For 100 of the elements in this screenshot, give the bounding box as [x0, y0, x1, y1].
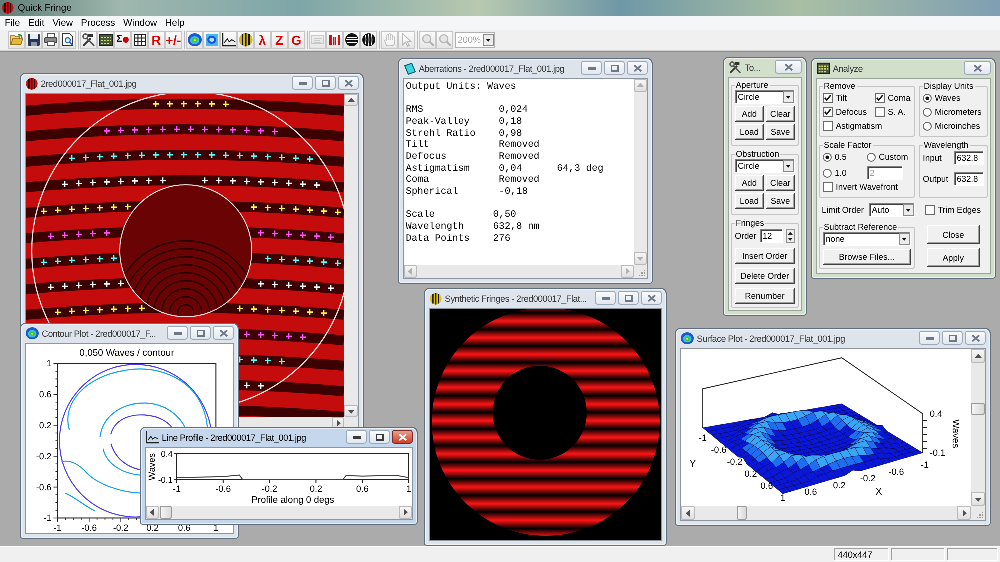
close-button[interactable]: [392, 430, 413, 444]
close-button[interactable]: [338, 76, 359, 90]
option-label[interactable]: 1.0: [835, 168, 847, 178]
menu-item[interactable]: Edit: [24, 18, 49, 28]
scroll-up-button[interactable]: [344, 94, 358, 106]
checkbox[interactable]: [875, 107, 885, 117]
text-field[interactable]: 632.8: [954, 151, 984, 165]
checkbox[interactable]: [875, 93, 885, 103]
push-button[interactable]: Apply: [927, 248, 980, 267]
toolbar-button[interactable]: [59, 31, 76, 49]
checkbox[interactable]: [823, 93, 833, 103]
vertical-scrollbar[interactable]: [971, 349, 985, 506]
radio-button[interactable]: [923, 122, 932, 130]
option-label[interactable]: Invert Wavefront: [836, 182, 898, 192]
toolbar-button[interactable]: Σ: [114, 31, 131, 49]
radio-button[interactable]: [923, 94, 932, 102]
push-button[interactable]: Clear: [766, 106, 795, 122]
toolbar-button[interactable]: [25, 31, 42, 49]
toolbar-button[interactable]: R: [148, 31, 165, 49]
group-title: Wavelength: [923, 140, 970, 150]
option-label[interactable]: Astigmatism: [836, 121, 882, 131]
number-field[interactable]: 12: [760, 229, 784, 243]
push-button[interactable]: Insert Order: [735, 248, 795, 264]
scrollbar-thumb[interactable]: [971, 403, 985, 415]
text-field[interactable]: 632.8: [954, 172, 984, 186]
menu-item[interactable]: File: [1, 18, 24, 28]
option-label[interactable]: Micrometers: [935, 107, 982, 117]
close-button[interactable]: [213, 326, 234, 340]
minimize-button[interactable]: [346, 430, 367, 444]
radio-button[interactable]: [923, 108, 932, 116]
toolbar-button[interactable]: G: [288, 31, 305, 49]
toolbar-button[interactable]: [220, 31, 237, 49]
window-title: Synthetic Fringes - 2red000017_Flat...: [445, 294, 588, 304]
horizontal-scrollbar[interactable]: [681, 506, 971, 520]
scroll-down-button[interactable]: [344, 405, 358, 417]
push-button[interactable]: Save: [766, 124, 795, 140]
toolbar-button[interactable]: +/-: [165, 31, 182, 49]
maximize-button[interactable]: [369, 430, 390, 444]
toolbar-button[interactable]: [237, 31, 254, 49]
option-label[interactable]: Coma: [888, 93, 911, 103]
option-label[interactable]: Custom: [879, 152, 908, 162]
close-button[interactable]: [775, 60, 802, 74]
scrollbar-thumb[interactable]: [160, 506, 172, 519]
push-button[interactable]: Load: [735, 124, 764, 140]
toolbar-button[interactable]: [186, 31, 203, 49]
scrollbar-thumb[interactable]: [737, 506, 747, 520]
toolbar-button[interactable]: [203, 31, 220, 49]
option-label[interactable]: Tilt: [836, 93, 848, 103]
option-label[interactable]: Waves: [935, 93, 961, 103]
option-label[interactable]: Trim Edges: [938, 205, 982, 215]
scroll-left-button[interactable]: [681, 506, 695, 520]
checkbox[interactable]: [823, 121, 833, 131]
vertical-scrollbar[interactable]: [344, 94, 358, 417]
toolbar-button[interactable]: [42, 31, 59, 49]
push-button[interactable]: Renumber: [735, 288, 795, 304]
radio-button[interactable]: [867, 152, 876, 162]
toolbar-button[interactable]: [97, 31, 114, 49]
push-button[interactable]: Clear: [766, 175, 795, 191]
scroll-up-button[interactable]: [971, 349, 985, 363]
scroll-left-button[interactable]: [146, 506, 159, 519]
close-button[interactable]: [965, 331, 986, 345]
toolbar-button[interactable]: [343, 31, 360, 49]
checkbox[interactable]: [823, 107, 833, 117]
close-button[interactable]: [964, 61, 991, 75]
toolbar-button[interactable]: [80, 31, 97, 49]
push-button[interactable]: Close: [927, 225, 980, 244]
checkbox[interactable]: [823, 182, 833, 192]
menu-item[interactable]: Process: [77, 18, 120, 28]
option-label[interactable]: Microinches: [935, 121, 980, 131]
dropdown[interactable]: Auto: [869, 203, 915, 217]
radio-button[interactable]: [823, 152, 832, 162]
push-button[interactable]: Browse Files...: [823, 249, 911, 265]
toolbar-button[interactable]: Z: [271, 31, 288, 49]
radio-button[interactable]: [823, 168, 832, 178]
report-label: Wavelength: [406, 221, 464, 233]
push-button[interactable]: Add: [735, 106, 764, 122]
dropdown[interactable]: Circle: [735, 159, 795, 173]
push-button[interactable]: Add: [735, 175, 764, 191]
scroll-right-button[interactable]: [957, 506, 971, 520]
option-label[interactable]: 0.5: [835, 152, 847, 162]
checkbox[interactable]: [925, 205, 935, 215]
menu-item[interactable]: View: [48, 18, 78, 28]
spin-button[interactable]: [786, 229, 795, 243]
toolbar-button[interactable]: [360, 31, 377, 49]
menu-item[interactable]: Help: [161, 18, 189, 28]
option-label[interactable]: Defocus: [836, 107, 868, 117]
close-button[interactable]: [641, 291, 662, 305]
horizontal-scrollbar[interactable]: [146, 506, 412, 519]
toolbar-button[interactable]: λ: [254, 31, 271, 49]
menu-item[interactable]: Window: [119, 18, 162, 28]
push-button[interactable]: Save: [766, 193, 795, 209]
option-label[interactable]: S. A.: [888, 107, 906, 117]
dropdown[interactable]: Circle: [735, 90, 795, 104]
dropdown[interactable]: none: [823, 232, 911, 246]
push-button[interactable]: Delete Order: [735, 268, 795, 284]
close-button[interactable]: [627, 61, 648, 75]
push-button[interactable]: Load: [735, 193, 764, 209]
toolbar-button[interactable]: [131, 31, 148, 49]
scroll-right-button[interactable]: [399, 506, 412, 519]
scroll-down-button[interactable]: [971, 492, 985, 506]
